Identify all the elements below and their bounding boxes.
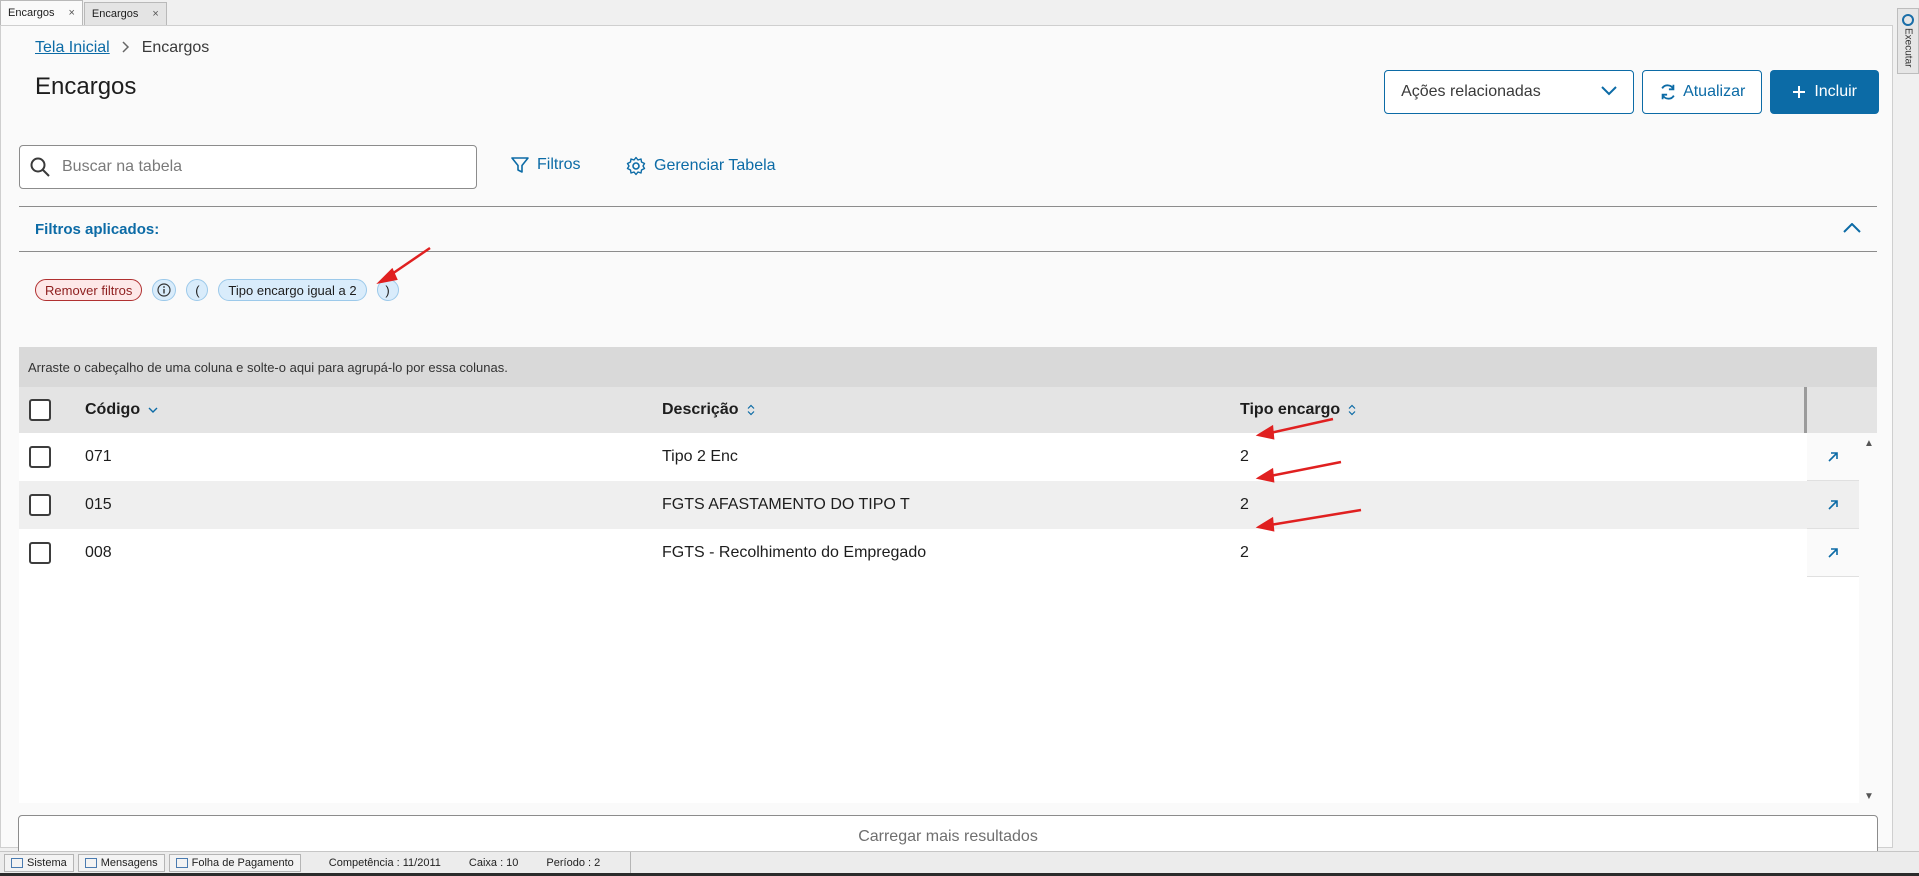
open-paren-chip[interactable]: (	[186, 279, 209, 301]
column-header-label: Tipo encargo	[1240, 401, 1341, 418]
cell-codigo: 015	[85, 496, 112, 513]
refresh-button[interactable]: Atualizar	[1642, 70, 1763, 114]
applied-filter-chips: Remover filtros ( Tipo encargo igual a 2…	[35, 279, 399, 301]
cell-descricao: FGTS - Recolhimento do Empregado	[662, 544, 927, 561]
remove-filters-chip[interactable]: Remover filtros	[35, 279, 143, 301]
close-paren-chip[interactable]: )	[376, 279, 399, 301]
applied-filters-title: Filtros aplicados:	[35, 220, 160, 238]
chevron-right-icon	[122, 40, 130, 56]
applied-filters-header[interactable]: Filtros aplicados:	[19, 206, 1877, 252]
gear-icon	[1902, 14, 1914, 26]
chevron-down-icon	[1601, 83, 1617, 101]
column-header-codigo[interactable]: Código	[85, 401, 158, 419]
table-row[interactable]: 071 Tipo 2 Enc 2	[19, 433, 1859, 481]
close-icon[interactable]: ×	[152, 8, 158, 20]
row-checkbox[interactable]	[29, 542, 51, 564]
close-icon[interactable]: ×	[68, 7, 74, 19]
status-mensagens-label: Mensagens	[100, 856, 158, 869]
status-caixa: Caixa : 10	[468, 856, 519, 869]
status-divider	[630, 852, 631, 874]
column-header-descricao[interactable]: Descrição	[662, 401, 755, 419]
chevron-up-icon[interactable]	[1843, 220, 1861, 238]
window-tab-label: Encargos	[8, 7, 55, 19]
status-sistema-button[interactable]: Sistema	[4, 853, 74, 872]
related-actions-label: Ações relacionadas	[1401, 83, 1541, 100]
monitor-icon	[11, 857, 23, 868]
cell-codigo: 008	[85, 544, 112, 561]
row-checkbox[interactable]	[29, 494, 51, 516]
status-mensagens-button[interactable]: Mensagens	[77, 853, 165, 872]
sort-desc-icon	[148, 407, 158, 413]
status-sistema-label: Sistema	[27, 856, 67, 869]
message-icon	[84, 857, 97, 868]
plus-icon	[1793, 86, 1806, 98]
window-tab-encargos-1[interactable]: Encargos ×	[0, 0, 83, 25]
table-body: 071 Tipo 2 Enc 2 015 FGTS AFASTAMENTO DO…	[19, 433, 1859, 803]
gear-icon	[626, 156, 646, 176]
table-row[interactable]: 008 FGTS - Recolhimento do Empregado 2	[19, 529, 1859, 577]
manage-table-label: Gerenciar Tabela	[654, 157, 776, 174]
manage-table-button[interactable]: Gerenciar Tabela	[626, 156, 776, 176]
status-folha-button[interactable]: Folha de Pagamento	[168, 853, 301, 872]
executar-side-tab[interactable]: Executar	[1897, 8, 1919, 74]
refresh-label: Atualizar	[1683, 83, 1746, 100]
cell-codigo: 071	[85, 448, 112, 465]
filters-button[interactable]: Filtros	[511, 156, 581, 174]
breadcrumb: Tela Inicial Encargos	[35, 39, 209, 57]
cell-tipo-encargo: 2	[1240, 544, 1249, 561]
page-actions: Ações relacionadas Atualizar Incluir	[1384, 70, 1879, 114]
include-label: Incluir	[1814, 83, 1857, 100]
column-header-tipo-encargo[interactable]: Tipo encargo	[1240, 401, 1356, 419]
filters-label: Filtros	[537, 156, 581, 173]
cell-tipo-encargo: 2	[1240, 496, 1249, 513]
search-input[interactable]	[62, 158, 442, 176]
info-icon[interactable]	[152, 279, 177, 301]
filter-chip-tipo-encargo[interactable]: Tipo encargo igual a 2	[218, 279, 367, 301]
table-header: Código Descrição Tipo encargo	[19, 387, 1877, 578]
sort-icon	[1348, 404, 1356, 416]
breadcrumb-home-link[interactable]: Tela Inicial	[35, 39, 110, 57]
scroll-down-arrow-icon[interactable]: ▼	[1864, 791, 1874, 802]
document-icon	[175, 857, 188, 868]
include-button[interactable]: Incluir	[1770, 70, 1879, 114]
table-search[interactable]	[19, 145, 477, 189]
cell-descricao: FGTS AFASTAMENTO DO TIPO T	[662, 496, 910, 513]
open-record-icon[interactable]	[1807, 481, 1859, 529]
group-by-drop-zone[interactable]: Arraste o cabeçalho de uma coluna e solt…	[19, 347, 1877, 387]
status-bar: Sistema Mensagens Folha de Pagamento Com…	[0, 851, 1919, 874]
main-panel: Tela Inicial Encargos Encargos Ações rel…	[0, 25, 1893, 859]
filter-icon	[511, 157, 529, 173]
window-tab-encargos-2[interactable]: Encargos ×	[83, 2, 167, 25]
row-checkbox[interactable]	[29, 446, 51, 468]
open-record-icon[interactable]	[1807, 433, 1859, 481]
open-record-icon[interactable]	[1807, 529, 1859, 577]
sort-icon	[747, 404, 754, 416]
status-competencia: Competência : 11/2011	[328, 856, 441, 869]
refresh-icon	[1661, 84, 1675, 100]
search-icon	[30, 157, 50, 177]
related-actions-select[interactable]: Ações relacionadas	[1384, 70, 1635, 114]
window-tab-strip: Encargos × Encargos ×	[0, 0, 1890, 25]
cell-descricao: Tipo 2 Enc	[662, 448, 738, 465]
breadcrumb-current: Encargos	[141, 39, 210, 56]
column-header-label: Descrição	[662, 401, 739, 418]
table-row[interactable]: 015 FGTS AFASTAMENTO DO TIPO T 2	[19, 481, 1859, 529]
status-folha-label: Folha de Pagamento	[191, 856, 294, 869]
executar-label: Executar	[1902, 28, 1914, 68]
column-header-label: Código	[85, 401, 141, 418]
page-title: Encargos	[35, 73, 137, 100]
status-periodo: Período : 2	[546, 856, 601, 869]
scroll-up-arrow-icon[interactable]: ▲	[1864, 438, 1874, 449]
select-all-checkbox[interactable]	[29, 399, 51, 421]
cell-tipo-encargo: 2	[1240, 448, 1249, 465]
window-tab-label: Encargos	[91, 8, 139, 20]
